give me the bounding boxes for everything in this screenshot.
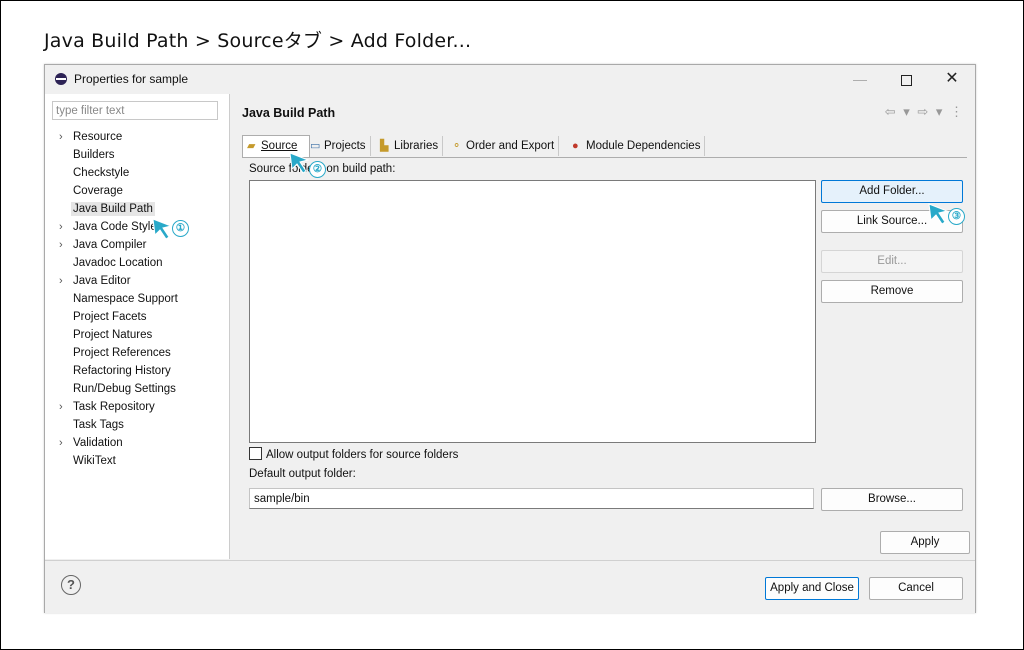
tree-item-task-repository[interactable]: › Task Repository — [57, 398, 178, 416]
step-badge-1: ① — [172, 220, 189, 237]
remove-button[interactable]: Remove — [821, 280, 963, 303]
tab-module-dependencies[interactable]: ● Module Dependencies — [568, 136, 706, 156]
tree-item-refactoring-history[interactable]: Refactoring History — [57, 362, 178, 380]
tab-projects[interactable]: ▭ Projects — [306, 136, 371, 156]
window-title: Properties for sample — [74, 72, 189, 86]
maximize-icon — [900, 74, 912, 86]
help-icon[interactable]: ? — [61, 575, 81, 595]
step-badge-2: ② — [309, 161, 326, 178]
tree-item-task-tags[interactable]: Task Tags — [57, 416, 178, 434]
tree-item-java-build-path[interactable]: Java Build Path — [57, 200, 178, 218]
source-tab-panel: Source folders on build path: Add Folder… — [242, 157, 967, 528]
tree-item-project-facets[interactable]: Project Facets — [57, 308, 178, 326]
title-bar: Properties for sample — ✕ — [45, 65, 975, 93]
allow-output-checkbox[interactable] — [249, 447, 262, 460]
library-icon: ▙ — [380, 140, 389, 152]
filter-input[interactable]: type filter text — [52, 101, 218, 120]
project-icon: ▭ — [310, 140, 321, 152]
property-page: Java Build Path ⇦ ▾ ⇨ ▾ ⋮ ▰ Source ▭ Proje… — [230, 94, 975, 559]
step-badge-3: ③ — [948, 208, 965, 225]
default-output-label: Default output folder: — [249, 468, 356, 480]
tree-item-javadoc-location[interactable]: Javadoc Location — [57, 254, 178, 272]
tree-item-java-editor[interactable]: › Java Editor — [57, 272, 178, 290]
tree-item-validation[interactable]: › Validation — [57, 434, 178, 452]
close-button[interactable]: ✕ — [929, 65, 975, 93]
add-folder-button[interactable]: Add Folder... — [821, 180, 963, 203]
browse-button[interactable]: Browse... — [821, 488, 963, 511]
category-panel: type filter text › Resource Builders Chec… — [45, 94, 230, 559]
order-icon: ⚬ — [452, 140, 462, 152]
expand-arrow-icon: › — [59, 239, 63, 251]
dialog-footer: ? Apply and Close Cancel — [45, 560, 975, 613]
tree-item-project-references[interactable]: Project References — [57, 344, 178, 362]
expand-arrow-icon: › — [59, 221, 63, 233]
tree-item-checkstyle[interactable]: Checkstyle — [57, 164, 178, 182]
page-caption: Java Build Path > Sourceタブ > Add Folder.… — [44, 30, 472, 52]
maximize-button[interactable] — [883, 65, 929, 93]
eclipse-icon — [55, 73, 67, 85]
minimize-button[interactable]: — — [837, 65, 883, 93]
folder-icon: ▰ — [247, 140, 256, 152]
history-nav-icons[interactable]: ⇦ ▾ ⇨ ▾ ⋮ — [885, 104, 965, 120]
tab-order-export[interactable]: ⚬ Order and Export — [448, 136, 560, 156]
edit-button[interactable]: Edit... — [821, 250, 963, 273]
apply-button[interactable]: Apply — [880, 531, 970, 554]
expand-arrow-icon: › — [59, 131, 63, 143]
source-folders-list[interactable] — [249, 180, 816, 443]
tree-item-builders[interactable]: Builders — [57, 146, 178, 164]
page-title: Java Build Path — [242, 106, 336, 120]
category-tree: › Resource Builders Checkstyle Coverage J… — [57, 128, 178, 470]
tree-item-project-natures[interactable]: Project Natures — [57, 326, 178, 344]
default-output-input[interactable]: sample/bin — [249, 488, 814, 509]
tab-libraries[interactable]: ▙ Libraries — [376, 136, 444, 156]
tree-item-run-debug-settings[interactable]: Run/Debug Settings — [57, 380, 178, 398]
allow-output-option[interactable]: Allow output folders for source folders — [249, 447, 458, 461]
tree-item-resource[interactable]: › Resource — [57, 128, 178, 146]
tree-item-namespace-support[interactable]: Namespace Support — [57, 290, 178, 308]
apply-and-close-button[interactable]: Apply and Close — [765, 577, 859, 600]
module-icon: ● — [572, 140, 579, 152]
expand-arrow-icon: › — [59, 437, 63, 449]
expand-arrow-icon: › — [59, 401, 63, 413]
properties-dialog: Properties for sample — ✕ type filter te… — [44, 64, 976, 613]
expand-arrow-icon: › — [59, 275, 63, 287]
cancel-button[interactable]: Cancel — [869, 577, 963, 600]
tree-item-coverage[interactable]: Coverage — [57, 182, 178, 200]
tree-item-wikitext[interactable]: WikiText — [57, 452, 178, 470]
